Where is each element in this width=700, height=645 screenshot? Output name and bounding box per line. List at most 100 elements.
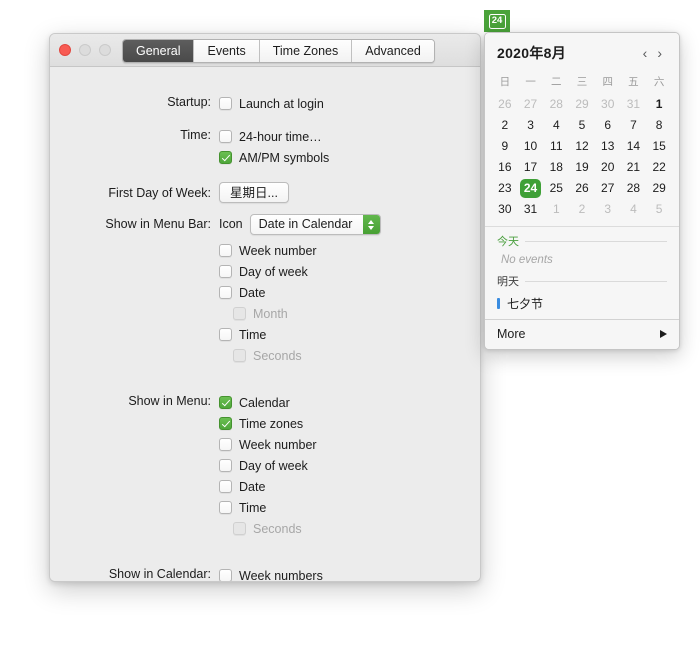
day-cell[interactable]: 26 [569, 178, 595, 199]
checkbox-box[interactable] [219, 438, 232, 451]
more-button[interactable]: More [485, 319, 679, 349]
day-cell[interactable]: 13 [595, 136, 621, 157]
day-cell[interactable]: 6 [595, 115, 621, 136]
day-cell[interactable]: 8 [646, 115, 672, 136]
tab-advanced[interactable]: Advanced [352, 40, 434, 62]
tab-general[interactable]: General [123, 40, 195, 62]
day-cell[interactable]: 7 [621, 115, 647, 136]
day-cell[interactable]: 17 [518, 157, 544, 178]
day-cell[interactable]: 21 [621, 157, 647, 178]
day-cell[interactable]: 15 [646, 136, 672, 157]
day-cell-today[interactable]: 24 [518, 178, 544, 199]
checkbox-box[interactable] [219, 569, 232, 581]
checkbox-box[interactable] [219, 97, 232, 110]
menu-bar-icon-popup[interactable]: Date in Calendar [249, 214, 381, 235]
day-cell[interactable]: 14 [621, 136, 647, 157]
day-cell[interactable]: 22 [646, 157, 672, 178]
show-in-menu-label: Show in Menu: [128, 394, 211, 408]
day-cell[interactable]: 29 [569, 94, 595, 115]
checkbox-ampm-symbols[interactable]: AM/PM symbols [219, 147, 480, 168]
day-cell[interactable]: 5 [569, 115, 595, 136]
day-cell[interactable]: 30 [492, 199, 518, 220]
day-cell[interactable]: 27 [595, 178, 621, 199]
day-cell[interactable]: 3 [518, 115, 544, 136]
menubar-calendar-icon[interactable]: 24 [484, 10, 510, 32]
day-cell[interactable]: 31 [518, 199, 544, 220]
show-in-menu-bar-label: Show in Menu Bar: [105, 217, 211, 231]
checkbox-calendar-week-numbers[interactable]: Week numbers [219, 565, 480, 581]
show-in-calendar-controls: Week numbers Event dots None [219, 565, 480, 581]
day-cell[interactable]: 25 [543, 178, 569, 199]
day-cell[interactable]: 11 [543, 136, 569, 157]
day-cell[interactable]: 4 [543, 115, 569, 136]
checkbox-box[interactable] [219, 396, 232, 409]
row-time: Time: 24-hour time… AM/PM symbols [50, 126, 480, 168]
day-cell[interactable]: 10 [518, 136, 544, 157]
day-cell[interactable]: 2 [492, 115, 518, 136]
day-cell[interactable]: 28 [543, 94, 569, 115]
checkbox-box[interactable] [219, 501, 232, 514]
checkbox-box[interactable] [219, 328, 232, 341]
checkbox-menu-date[interactable]: Date [219, 476, 480, 497]
day-cell[interactable]: 9 [492, 136, 518, 157]
day-cell[interactable]: 23 [492, 178, 518, 199]
checkbox-menu-week-number[interactable]: Week number [219, 434, 480, 455]
checkbox-box[interactable] [219, 265, 232, 278]
day-cell[interactable]: 20 [595, 157, 621, 178]
day-cell[interactable]: 12 [569, 136, 595, 157]
checkbox-box [233, 349, 246, 362]
day-cell[interactable]: 18 [543, 157, 569, 178]
day-cell[interactable]: 4 [621, 199, 647, 220]
day-cell[interactable]: 27 [518, 94, 544, 115]
checkbox-menubar-day-of-week[interactable]: Day of week [219, 261, 480, 282]
maximize-button[interactable] [99, 44, 111, 56]
calendar-week-row: 30 31 1 2 3 4 5 [485, 199, 679, 220]
stepper-arrows-icon[interactable] [362, 215, 380, 234]
day-cell[interactable]: 16 [492, 157, 518, 178]
checkbox-box[interactable] [219, 151, 232, 164]
checkbox-24-hour-time[interactable]: 24-hour time… [219, 126, 480, 147]
checkbox-launch-at-login[interactable]: Launch at login [219, 93, 480, 114]
minimize-button[interactable] [79, 44, 91, 56]
day-cell[interactable]: 28 [621, 178, 647, 199]
first-day-of-week-button[interactable]: 星期日... [219, 182, 289, 203]
calendar-week-row: 9 10 11 12 13 14 15 [485, 136, 679, 157]
checkbox-box[interactable] [219, 286, 232, 299]
tab-events[interactable]: Events [194, 40, 260, 62]
checkbox-box[interactable] [219, 130, 232, 143]
day-cell[interactable]: 30 [595, 94, 621, 115]
day-cell[interactable]: 1 [646, 94, 672, 115]
prev-month-icon[interactable]: ‹ [638, 46, 653, 60]
checkbox-menu-time[interactable]: Time [219, 497, 480, 518]
checkbox-box[interactable] [219, 480, 232, 493]
menu-bar-options-list: Week number Day of week Date Month Time … [219, 240, 480, 366]
day-cell[interactable]: 2 [569, 199, 595, 220]
checkbox-menubar-week-number[interactable]: Week number [219, 240, 480, 261]
day-cell[interactable]: 31 [621, 94, 647, 115]
checkbox-menubar-seconds: Seconds [219, 345, 480, 366]
checkbox-menu-time-zones[interactable]: Time zones [219, 413, 480, 434]
checkbox-menubar-time[interactable]: Time [219, 324, 480, 345]
tab-time-zones[interactable]: Time Zones [259, 40, 353, 62]
checkbox-menubar-date[interactable]: Date [219, 282, 480, 303]
section-rule [525, 280, 667, 282]
close-button[interactable] [59, 44, 71, 56]
weekday-tue: 二 [551, 76, 562, 88]
checkbox-box[interactable] [219, 417, 232, 430]
day-cell[interactable]: 1 [543, 199, 569, 220]
day-cell[interactable]: 29 [646, 178, 672, 199]
checkbox-box[interactable] [219, 244, 232, 257]
day-cell[interactable]: 3 [595, 199, 621, 220]
day-cell[interactable]: 26 [492, 94, 518, 115]
day-cell[interactable]: 5 [646, 199, 672, 220]
traffic-lights [59, 44, 111, 56]
checkbox-menu-day-of-week[interactable]: Day of week [219, 455, 480, 476]
section-rule [525, 240, 667, 242]
menu-bar-icon-value: Date in Calendar [258, 217, 353, 231]
event-item[interactable]: 七夕节 [485, 291, 679, 317]
checkbox-box[interactable] [219, 459, 232, 472]
calendar-week-row: 2 3 4 5 6 7 8 [485, 115, 679, 136]
next-month-icon[interactable]: › [652, 46, 667, 60]
day-cell[interactable]: 19 [569, 157, 595, 178]
checkbox-menu-calendar[interactable]: Calendar [219, 392, 480, 413]
